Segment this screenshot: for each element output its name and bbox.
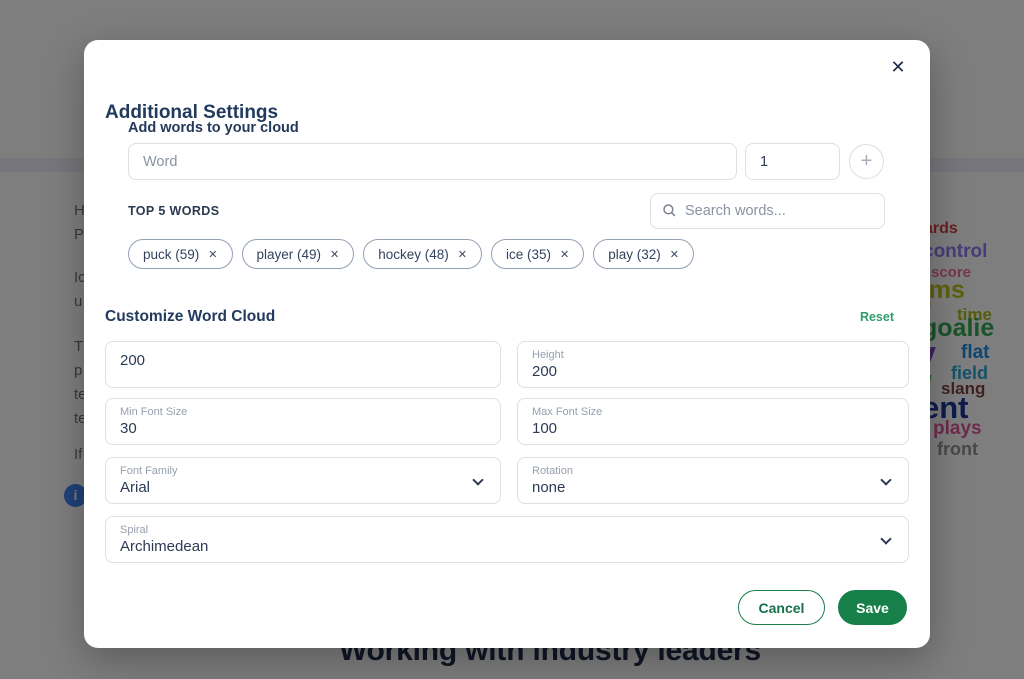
reset-button[interactable]: Reset: [860, 310, 894, 324]
search-field: [650, 193, 885, 229]
chip-label: puck (59): [143, 247, 199, 262]
min-font-size-input[interactable]: Min Font Size 30: [105, 398, 501, 445]
word-chip-ice[interactable]: ice (35) ✕: [491, 239, 584, 269]
additional-settings-modal: ✕ Additional Settings Add words to your …: [84, 40, 930, 648]
add-word-button[interactable]: +: [849, 144, 884, 179]
word-input[interactable]: [128, 143, 737, 180]
spiral-value: Archimedean: [120, 537, 894, 556]
customize-heading: Customize Word Cloud: [105, 308, 275, 326]
word-chip-puck[interactable]: puck (59) ✕: [128, 239, 233, 269]
font-family-label: Font Family: [120, 465, 486, 478]
min-font-size-value: 30: [120, 419, 486, 438]
add-words-heading: Add words to your cloud: [128, 120, 299, 136]
font-family-select[interactable]: Font Family Arial: [105, 457, 501, 504]
width-value: 200: [120, 351, 486, 370]
chip-remove-icon[interactable]: ✕: [560, 248, 569, 261]
chip-remove-icon[interactable]: ✕: [208, 248, 217, 261]
top-words-heading: TOP 5 WORDS: [128, 204, 219, 218]
chip-label: hockey (48): [378, 247, 449, 262]
word-count-input[interactable]: [745, 143, 840, 180]
chip-remove-icon[interactable]: ✕: [670, 248, 679, 261]
modal-actions: Cancel Save: [738, 590, 907, 625]
close-icon[interactable]: ✕: [886, 55, 910, 79]
height-label: Height: [532, 349, 894, 362]
max-font-size-value: 100: [532, 419, 894, 438]
max-font-size-input[interactable]: Max Font Size 100: [517, 398, 909, 445]
chip-remove-icon[interactable]: ✕: [330, 248, 339, 261]
rotation-label: Rotation: [532, 465, 894, 478]
word-chip-hockey[interactable]: hockey (48) ✕: [363, 239, 482, 269]
search-input[interactable]: [650, 193, 885, 229]
rotation-select[interactable]: Rotation none: [517, 457, 909, 504]
max-font-size-label: Max Font Size: [532, 406, 894, 419]
font-family-value: Arial: [120, 478, 486, 497]
word-chips: puck (59) ✕ player (49) ✕ hockey (48) ✕ …: [128, 239, 694, 269]
chip-label: ice (35): [506, 247, 551, 262]
chip-label: player (49): [257, 247, 322, 262]
height-input[interactable]: Height 200: [517, 341, 909, 388]
save-button[interactable]: Save: [838, 590, 907, 625]
spiral-label: Spiral: [120, 524, 894, 537]
word-chip-play[interactable]: play (32) ✕: [593, 239, 694, 269]
min-font-size-label: Min Font Size: [120, 406, 486, 419]
search-icon: [663, 204, 676, 217]
word-chip-player[interactable]: player (49) ✕: [242, 239, 355, 269]
height-value: 200: [532, 362, 894, 381]
rotation-value: none: [532, 478, 894, 497]
chip-remove-icon[interactable]: ✕: [458, 248, 467, 261]
cancel-button[interactable]: Cancel: [738, 590, 825, 625]
page: HPIcuTpteteIf i ardscontrolscorermsrtime…: [0, 0, 1024, 679]
width-input[interactable]: 200: [105, 341, 501, 388]
spiral-select[interactable]: Spiral Archimedean: [105, 516, 909, 563]
chip-label: play (32): [608, 247, 661, 262]
